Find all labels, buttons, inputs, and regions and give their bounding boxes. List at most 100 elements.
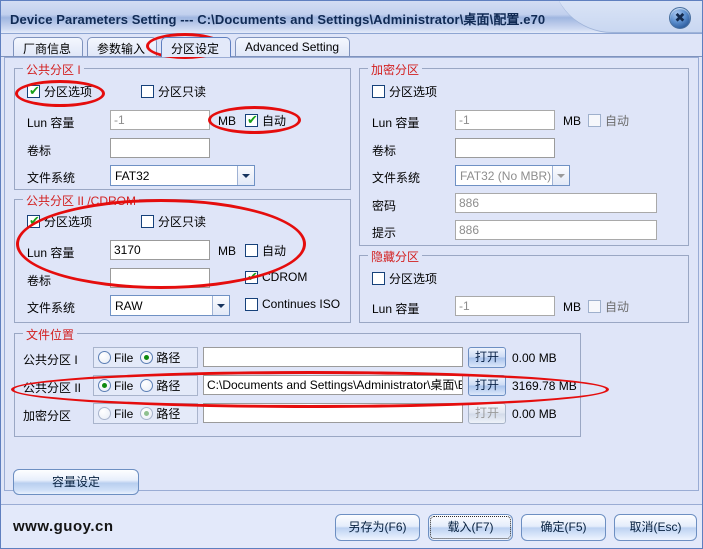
pp1-readonly-checkbox[interactable]: 分区只读	[141, 83, 206, 100]
tab-partition-setting[interactable]: 分区设定	[161, 37, 231, 57]
tab-vendor-info[interactable]: 厂商信息	[13, 37, 83, 57]
tab-strip: 厂商信息 参数输入 分区设定 Advanced Setting	[1, 35, 702, 57]
footer-bar: www.guoy.cn 另存为(F6) 载入(F7) 确定(F5) 取消(Esc…	[1, 504, 702, 548]
pp1-lun-label: Lun 容量	[27, 116, 75, 130]
pp2-cdrom-label: CDROM	[262, 270, 308, 284]
pp2-readonly-label: 分区只读	[158, 215, 207, 229]
pp2-auto-checkbox[interactable]: 自动	[245, 242, 286, 259]
pp2-volume-input[interactable]	[110, 268, 210, 288]
floc-row-0-file-radio[interactable]: File	[98, 351, 133, 365]
pp2-readonly-checkbox[interactable]: 分区只读	[141, 213, 206, 230]
floc-row-2-path-label: 路径	[156, 407, 181, 421]
check-icon: ✔	[247, 268, 258, 284]
group-encrypted-partition: 加密分区 分区选项 Lun 容量 -1 MB 自动 卷标 文件系统 FAT32 …	[359, 61, 689, 246]
enc-volume-input[interactable]	[455, 138, 555, 158]
close-icon[interactable]: ✖	[669, 7, 691, 29]
enc-filesystem-label: 文件系统	[372, 171, 421, 185]
pp1-filesystem-combo[interactable]: FAT32	[110, 165, 255, 186]
enc-filesystem-value: FAT32 (No MBR)	[460, 168, 552, 183]
capacity-setting-button[interactable]: 容量设定	[13, 469, 139, 495]
floc-row-0-open-button[interactable]: 打开	[468, 347, 506, 368]
pp2-partition-option-checkbox-box: ✔	[27, 213, 40, 228]
enc-partition-option-checkbox[interactable]: 分区选项	[372, 83, 437, 100]
pp1-partition-option-checkbox[interactable]: ✔ 分区选项	[27, 83, 92, 100]
floc-row-1-path-radio[interactable]: 路径	[140, 377, 180, 394]
floc-row-2-size: 0.00 MB	[512, 407, 557, 421]
pp2-auto-checkbox-box	[245, 244, 258, 257]
floc-row-0-file-label: File	[114, 350, 134, 365]
pp2-cdrom-checkbox-box: ✔	[245, 268, 258, 284]
floc-row-1-file-radio-button	[98, 379, 111, 392]
pp1-readonly-label: 分区只读	[158, 85, 207, 99]
floc-row-2-file-radio[interactable]: File	[98, 407, 133, 421]
pp2-continues-iso-checkbox-box	[245, 297, 258, 311]
enc-partition-option-checkbox-box	[372, 85, 385, 98]
floc-row-2-file-label: File	[114, 406, 134, 421]
pp1-lun-input[interactable]: -1	[110, 110, 210, 130]
partition-setting-panel: 公共分区 I ✔ 分区选项 分区只读 Lun 容量 -1 MB ✔ 自动 卷标 …	[4, 57, 699, 491]
floc-row-2-open-button[interactable]: 打开	[468, 403, 506, 424]
floc-row-2-mode-group[interactable]: File 路径	[93, 403, 198, 424]
save-as-button[interactable]: 另存为(F6)	[335, 514, 420, 541]
floc-row-0-path-input[interactable]	[203, 347, 463, 367]
pp2-lun-input[interactable]: 3170	[110, 240, 210, 260]
enc-password-input[interactable]: 886	[455, 193, 657, 213]
floc-row-1-path-radio-button	[140, 379, 154, 392]
radio-dot-icon	[144, 411, 150, 416]
hid-auto-checkbox[interactable]: 自动	[588, 298, 629, 315]
floc-row-1-path-input[interactable]: C:\Documents and Settings\Administrator\…	[203, 375, 463, 395]
enc-mb-label: MB	[563, 114, 581, 128]
floc-row-1-file-radio[interactable]: File	[98, 379, 133, 393]
enc-auto-label: 自动	[605, 114, 630, 128]
enc-auto-checkbox-box	[588, 114, 601, 127]
floc-row-0-mode-group[interactable]: File 路径	[93, 347, 198, 368]
enc-lun-input[interactable]: -1	[455, 110, 555, 130]
enc-filesystem-combo[interactable]: FAT32 (No MBR)	[455, 165, 570, 186]
floc-row-2-path-radio-button	[140, 407, 154, 420]
pp2-cdrom-checkbox[interactable]: ✔ CDROM	[245, 268, 308, 284]
radio-dot-icon	[144, 355, 150, 360]
pp1-filesystem-value: FAT32	[115, 168, 150, 183]
group-public-partition-1: 公共分区 I ✔ 分区选项 分区只读 Lun 容量 -1 MB ✔ 自动 卷标 …	[14, 61, 351, 190]
hid-auto-checkbox-box	[588, 300, 601, 313]
close-icon-glyph: ✖	[674, 10, 686, 25]
radio-dot-icon	[102, 383, 107, 388]
pp1-volume-input[interactable]	[110, 138, 210, 158]
pp2-partition-option-checkbox[interactable]: ✔ 分区选项	[27, 213, 92, 230]
enc-hint-input[interactable]: 886	[455, 220, 657, 240]
hid-lun-input[interactable]: -1	[455, 296, 555, 316]
pp1-auto-label: 自动	[262, 114, 287, 128]
pp2-filesystem-combo[interactable]: RAW	[110, 295, 230, 316]
check-icon: ✔	[29, 213, 40, 228]
pp2-readonly-checkbox-box	[141, 215, 154, 228]
load-button[interactable]: 载入(F7)	[428, 514, 513, 541]
pp2-filesystem-label: 文件系统	[27, 301, 76, 315]
floc-row-0-path-radio[interactable]: 路径	[140, 349, 180, 366]
floc-row-1-size: 3169.78 MB	[512, 379, 577, 393]
ok-button[interactable]: 确定(F5)	[521, 514, 606, 541]
group-public-partition-2-legend: 公共分区 II /CDROM	[23, 192, 139, 209]
floc-row-2-path-radio[interactable]: 路径	[140, 405, 180, 422]
tab-advanced-setting[interactable]: Advanced Setting	[235, 37, 350, 57]
pp1-mb-label: MB	[218, 114, 236, 128]
chevron-down-icon[interactable]	[212, 296, 229, 315]
group-file-location: 文件位置 公共分区 I File 路径 打开 0.00 MB 公共分区 II F…	[14, 326, 581, 437]
chevron-down-icon[interactable]	[552, 166, 569, 185]
chevron-down-icon[interactable]	[237, 166, 254, 185]
enc-auto-checkbox[interactable]: 自动	[588, 112, 629, 129]
floc-row-2-path-input[interactable]	[203, 403, 463, 423]
floc-row-1-open-button[interactable]: 打开	[468, 375, 506, 396]
pp1-auto-checkbox[interactable]: ✔ 自动	[245, 112, 286, 129]
floc-row-1-mode-group[interactable]: File 路径	[93, 375, 198, 396]
cancel-button[interactable]: 取消(Esc)	[614, 514, 697, 541]
pp2-continues-iso-checkbox[interactable]: Continues ISO	[245, 297, 340, 311]
pp1-partition-option-checkbox-box: ✔	[27, 83, 40, 98]
group-hidden-partition-legend: 隐藏分区	[368, 248, 423, 265]
brand-text: www.guoy.cn	[13, 518, 114, 535]
hid-partition-option-checkbox[interactable]: 分区选项	[372, 270, 437, 287]
pp1-filesystem-label: 文件系统	[27, 171, 76, 185]
check-icon: ✔	[29, 83, 40, 98]
tab-parameter-input[interactable]: 参数输入	[87, 37, 157, 57]
enc-hint-label: 提示	[372, 226, 397, 240]
pp2-continues-iso-label: Continues ISO	[262, 297, 341, 311]
